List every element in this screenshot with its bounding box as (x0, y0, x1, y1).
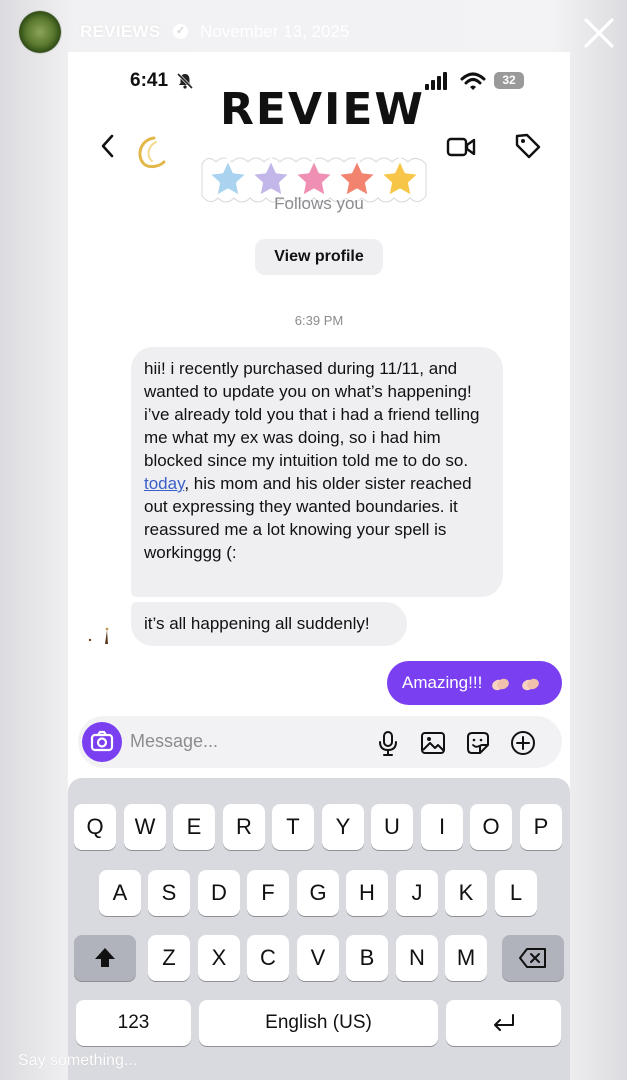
key-n[interactable]: N (396, 935, 438, 981)
key-x[interactable]: X (198, 935, 240, 981)
message-text-part: , his mom and his older sister reached o… (144, 474, 472, 562)
microphone-icon[interactable] (374, 729, 402, 757)
key-v[interactable]: V (297, 935, 339, 981)
key-i[interactable]: I (421, 804, 463, 850)
incoming-message-bubble: it’s all happening all suddenly! (131, 602, 407, 646)
status-indicators: 32 (420, 70, 530, 92)
silent-bell-icon (176, 72, 194, 90)
key-f[interactable]: F (247, 870, 289, 916)
key-o[interactable]: O (470, 804, 512, 850)
space-key[interactable]: English (US) (199, 1000, 438, 1046)
tag-icon[interactable] (514, 132, 542, 160)
key-d[interactable]: D (198, 870, 240, 916)
key-r[interactable]: R (223, 804, 265, 850)
sender-avatar (88, 627, 109, 644)
key-q[interactable]: Q (74, 804, 116, 850)
key-w[interactable]: W (124, 804, 166, 850)
camera-icon (90, 730, 114, 752)
story-date: November 13, 2025 (200, 22, 350, 41)
account-name[interactable]: REVIEWS (80, 22, 161, 42)
status-time: 6:41 (130, 70, 169, 91)
key-j[interactable]: J (396, 870, 438, 916)
numbers-key[interactable]: 123 (76, 1000, 191, 1046)
incoming-message-bubble: hii! i recently purchased during 11/11, … (131, 347, 503, 597)
gallery-icon[interactable] (419, 729, 447, 757)
key-z[interactable]: Z (148, 935, 190, 981)
sticker-icon[interactable] (464, 729, 492, 757)
key-k[interactable]: K (445, 870, 487, 916)
battery-indicator: 32 (494, 72, 524, 89)
back-chevron-icon[interactable] (98, 132, 118, 160)
story-header: REVIEWS ✓ November 13, 2025 (0, 0, 627, 66)
key-h[interactable]: H (346, 870, 388, 916)
review-sticker: REVIEW (198, 78, 430, 240)
message-input[interactable]: Message... (130, 731, 218, 752)
key-b[interactable]: B (346, 935, 388, 981)
key-e[interactable]: E (173, 804, 215, 850)
view-profile-button[interactable]: View profile (255, 239, 383, 275)
outgoing-message-text: Amazing!!! (402, 673, 483, 692)
outgoing-message-bubble: Amazing!!! (387, 661, 562, 705)
message-composer: Message... (78, 716, 562, 768)
close-icon[interactable] (582, 16, 616, 50)
backspace-icon (519, 948, 546, 968)
follows-you-label: Follows you (274, 194, 364, 213)
key-s[interactable]: S (148, 870, 190, 916)
message-link[interactable]: today (144, 474, 184, 493)
message-timestamp: 6:39 PM (294, 313, 344, 328)
add-icon[interactable] (509, 729, 537, 757)
account-avatar[interactable] (19, 11, 61, 53)
shift-icon (95, 948, 115, 967)
key-c[interactable]: C (247, 935, 289, 981)
key-t[interactable]: T (272, 804, 314, 850)
dm-screenshot: 6:41 32 REVIEW Follows you View profile … (68, 52, 570, 1080)
key-u[interactable]: U (371, 804, 413, 850)
message-text-part: hii! i recently purchased during 11/11, … (144, 359, 480, 470)
return-key[interactable] (446, 1000, 561, 1046)
key-g[interactable]: G (297, 870, 339, 916)
camera-button[interactable] (82, 722, 122, 762)
shift-key[interactable] (74, 935, 136, 981)
key-y[interactable]: Y (322, 804, 364, 850)
contact-avatar[interactable] (132, 134, 166, 170)
story-reply-input[interactable]: Say something... (18, 1052, 137, 1070)
rating-stars (201, 157, 427, 203)
incoming-message-text: hii! i recently purchased during 11/11, … (144, 357, 496, 564)
backspace-key[interactable] (502, 935, 564, 981)
on-screen-keyboard: Q W E R T Y U I O P A S D F G H J K L Z … (68, 778, 570, 1080)
key-a[interactable]: A (99, 870, 141, 916)
return-icon (493, 1014, 514, 1031)
key-l[interactable]: L (495, 870, 537, 916)
wifi-icon (460, 72, 486, 90)
review-sticker-title: REVIEW (220, 84, 425, 135)
verified-badge-icon: ✓ (173, 24, 188, 39)
clapping-hands-icon (521, 678, 539, 690)
video-call-icon[interactable] (446, 134, 476, 160)
key-m[interactable]: M (445, 935, 487, 981)
clapping-hands-icon (492, 678, 509, 690)
key-p[interactable]: P (520, 804, 562, 850)
